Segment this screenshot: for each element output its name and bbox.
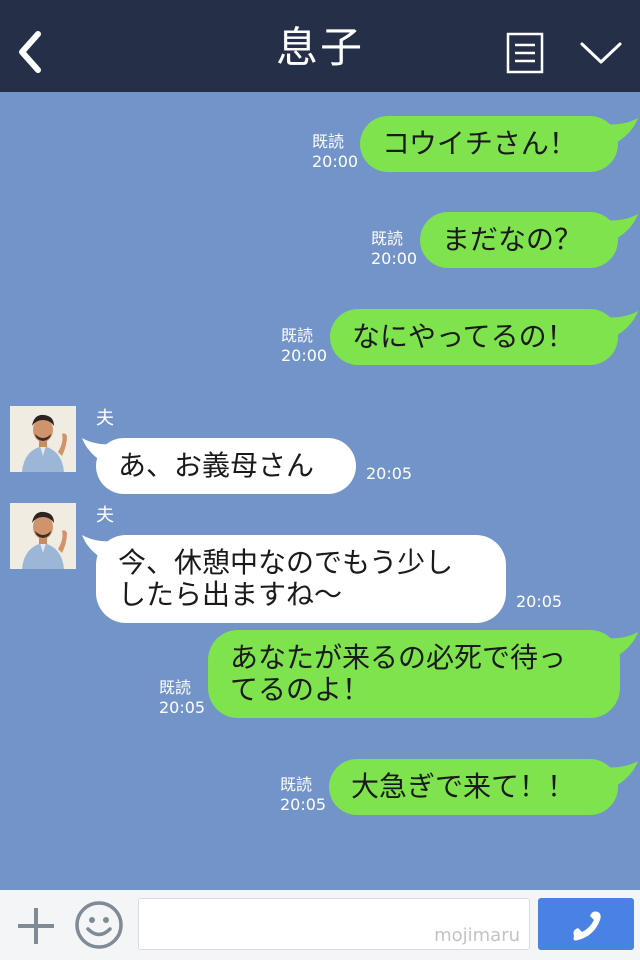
message-line: したら出ますね～	[118, 578, 343, 611]
back-button[interactable]	[12, 28, 48, 76]
bubble-tail	[604, 214, 638, 240]
sender-name: 夫	[96, 408, 114, 429]
bubble-tail	[82, 438, 116, 464]
bubble-tail	[604, 311, 638, 337]
chat-title: 息子	[275, 23, 364, 72]
menu-button[interactable]	[506, 32, 544, 74]
phone-icon	[573, 911, 601, 941]
avatar[interactable]	[10, 503, 76, 569]
sent-message-bubble[interactable]: 大急ぎで来て！！	[329, 759, 618, 815]
received-message-bubble[interactable]: 今、休憩中なのでもう少し したら出ますね～	[96, 535, 506, 623]
chat-header: 息子	[0, 0, 640, 92]
call-button[interactable]	[538, 898, 634, 950]
sent-message-bubble[interactable]: あなたが来るの必死で待っ てるのよ！	[208, 630, 620, 718]
message-time: 20:05	[366, 464, 413, 483]
message-line: 今、休憩中なのでもう少し	[118, 546, 454, 579]
person-avatar-icon	[10, 406, 76, 472]
bubble-tail	[604, 632, 638, 658]
avatar[interactable]	[10, 406, 76, 472]
message-line: あなたが来るの必死で待っ	[230, 641, 567, 674]
watermark: mojimaru	[434, 925, 520, 946]
person-avatar-icon	[10, 503, 76, 569]
sent-message-bubble[interactable]: コウイチさん！	[360, 116, 618, 172]
message-line: てるのよ！	[230, 673, 371, 706]
menu-list-icon	[506, 32, 544, 74]
bubble-tail	[604, 118, 638, 144]
received-message-bubble[interactable]: あ、お義母さん	[96, 438, 356, 494]
chevron-left-icon	[19, 31, 41, 73]
plus-icon	[18, 908, 54, 944]
add-button[interactable]	[14, 904, 58, 948]
emoji-smile-icon	[75, 901, 123, 949]
chat-area[interactable]: 既読 20:00 コウイチさん！ 既読 20:00 まだなの？ 既読 20:00…	[0, 92, 640, 890]
sent-message-bubble[interactable]: なにやってるの！	[330, 309, 618, 365]
message-time: 20:05	[516, 592, 563, 611]
collapse-button[interactable]	[578, 38, 624, 68]
chevron-down-icon	[580, 42, 622, 64]
sent-message-bubble[interactable]: まだなの？	[420, 212, 618, 268]
bubble-tail	[604, 761, 638, 787]
sender-name: 夫	[96, 505, 114, 526]
bubble-tail	[82, 535, 116, 561]
emoji-button[interactable]	[74, 900, 124, 950]
